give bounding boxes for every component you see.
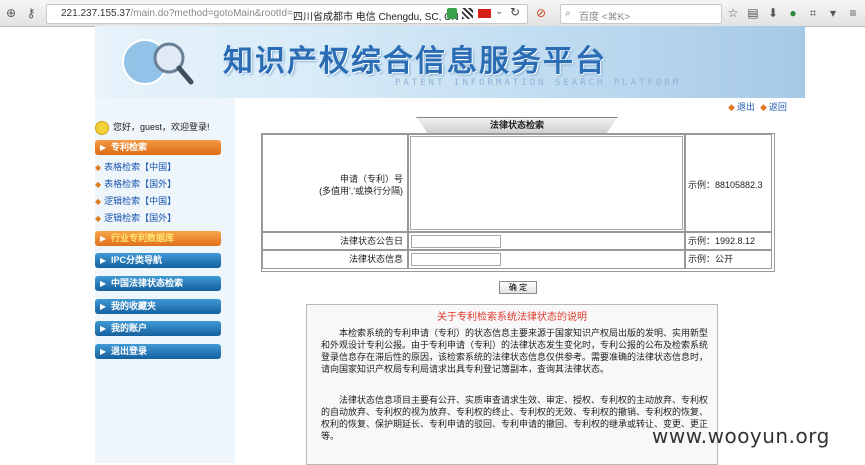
sidebar-item-legal-status[interactable]: ▶ 中国法律状态检索 xyxy=(95,276,221,291)
crop-icon[interactable]: ⌗ xyxy=(806,6,820,20)
sidebar-item-account[interactable]: ▶ 我的账户 xyxy=(95,321,221,336)
address-bar[interactable]: 221.237.155.37/main.do?method=gotoMain&r… xyxy=(46,4,528,24)
legal-status-info-input-cell xyxy=(408,250,685,269)
sidebar-sublink-table-foreign[interactable]: ◆ 表格检索【国外】 xyxy=(95,177,176,190)
diamond-icon: ◆ xyxy=(95,197,102,206)
globe-icon[interactable]: ⊕ xyxy=(4,6,18,20)
sidebar-item-logout[interactable]: ▶ 退出登录 xyxy=(95,344,221,359)
top-links: ◆ 退出 ◆ 返回 xyxy=(728,100,787,113)
arrow-right-icon: ▶ xyxy=(100,302,107,311)
search-icon: ⌕ xyxy=(565,8,571,19)
url-text[interactable]: 221.237.155.37/main.do?method=gotoMain&r… xyxy=(61,8,293,19)
site-banner: 知识产权综合信息服务平台 PATENT INFORMATION SEARCH P… xyxy=(95,26,805,98)
watermark: www.wooyun.org xyxy=(652,424,830,448)
smiley-icon xyxy=(95,120,109,135)
sidebar: 您好，guest，欢迎登录! ▶ 专利检索 ◆ 表格检索【中国】 ◆ 表格检索【国外】… xyxy=(95,98,235,463)
download-icon[interactable]: ⬇ xyxy=(766,6,780,20)
sidebar-sublink-table-cn[interactable]: ◆ 表格检索【中国】 xyxy=(95,160,176,173)
arrow-right-icon: ▶ xyxy=(100,256,107,265)
reload-icon[interactable]: ↻ xyxy=(508,5,522,19)
sidebar-item-patent-search[interactable]: ▶ 专利检索 xyxy=(95,140,221,155)
notice-title: 关于专利检索系统法律状态的说明 xyxy=(437,312,587,323)
logout-link[interactable]: 退出 xyxy=(737,102,755,112)
application-number-example-cell: 示例：88105882.3 xyxy=(685,134,772,232)
diamond-icon: ◆ xyxy=(95,180,102,189)
magnifier-globe-icon xyxy=(122,39,194,85)
application-number-label-cell: 申请（专利）号 (多值用','或换行分隔) xyxy=(262,134,408,232)
announce-date-input[interactable] xyxy=(411,235,501,248)
confirm-button[interactable]: 确 定 xyxy=(499,281,537,294)
flag-icon xyxy=(478,9,491,18)
announce-date-example: 示例：1992.8.12 xyxy=(685,232,772,250)
welcome-label: 您好，guest，欢迎登录! xyxy=(113,122,210,132)
legal-status-info-example: 示例：公开 xyxy=(685,250,772,269)
back-link[interactable]: 返回 xyxy=(769,102,787,112)
legal-status-info-label: 法律状态信息 xyxy=(262,250,408,269)
qr-code-icon[interactable] xyxy=(462,8,473,19)
banner-subtitle: PATENT INFORMATION SEARCH PLATFORM xyxy=(395,78,682,88)
menu-icon[interactable]: ≡ xyxy=(846,6,860,20)
key-icon[interactable]: ⚷ xyxy=(24,6,38,20)
arrow-right-icon: ▶ xyxy=(100,347,107,356)
chevron-down-icon[interactable]: ⌄ xyxy=(495,6,503,17)
browser-toolbar: ⊕ ⚷ 221.237.155.37/main.do?method=gotoMa… xyxy=(0,0,865,27)
sidebar-sublink-logic-cn[interactable]: ◆ 逻辑检索【中国】 xyxy=(95,194,176,207)
geo-location: 四川省成都市 电信 Chengdu, SC, CN xyxy=(293,12,459,23)
arrow-right-icon: ▶ xyxy=(100,324,107,333)
application-number-label: 申请（专利）号 xyxy=(339,174,403,184)
extension-icon[interactable]: ● xyxy=(786,6,800,20)
dropdown-icon[interactable]: ▾ xyxy=(826,6,840,20)
application-number-input-cell xyxy=(408,134,685,232)
arrow-right-icon: ▶ xyxy=(100,279,107,288)
legal-status-form: 申请（专利）号 (多值用','或换行分隔) 示例：88105882.3 法律状态… xyxy=(261,133,775,272)
tab-legal-status-search: 法律状态检索 xyxy=(416,117,618,134)
sidebar-item-industry-db[interactable]: ▶ 行业专利数据库 xyxy=(95,231,221,246)
search-bar[interactable]: ⌕ 百度 <⌘K> xyxy=(560,4,722,24)
application-number-hint: (多值用','或换行分隔) xyxy=(319,186,403,196)
banner-title: 知识产权综合信息服务平台 xyxy=(223,44,607,79)
application-number-textarea[interactable] xyxy=(410,136,683,230)
application-number-example: 示例：88105882.3 xyxy=(688,180,763,190)
arrow-right-icon: ▶ xyxy=(100,143,107,152)
sidebar-sublink-logic-foreign[interactable]: ◆ 逻辑检索【国外】 xyxy=(95,211,176,224)
diamond-icon: ◆ xyxy=(95,163,102,172)
legal-status-info-input[interactable] xyxy=(411,253,501,266)
announce-date-label: 法律状态公告日 xyxy=(262,232,408,250)
diamond-icon: ◆ xyxy=(759,102,767,112)
sidebar-item-ipc[interactable]: ▶ IPC分类导航 xyxy=(95,253,221,268)
block-icon[interactable]: ⊘ xyxy=(534,6,548,20)
shield-icon[interactable] xyxy=(447,8,457,19)
search-placeholder: 百度 <⌘K> xyxy=(579,12,631,23)
notice-paragraph-1: 本检索系统的专利申请（专利）的状态信息主要来源于国家知识产权局出版的发明、实用新… xyxy=(321,328,709,374)
diamond-icon: ◆ xyxy=(95,214,102,223)
diamond-icon: ◆ xyxy=(728,102,735,112)
reading-list-icon[interactable]: ▤ xyxy=(746,6,760,20)
welcome-text: 您好，guest，欢迎登录! xyxy=(95,120,210,135)
announce-date-input-cell xyxy=(408,232,685,250)
star-icon[interactable]: ☆ xyxy=(726,6,740,20)
arrow-right-icon: ▶ xyxy=(100,234,107,243)
sidebar-item-favorites[interactable]: ▶ 我的收藏夹 xyxy=(95,299,221,314)
